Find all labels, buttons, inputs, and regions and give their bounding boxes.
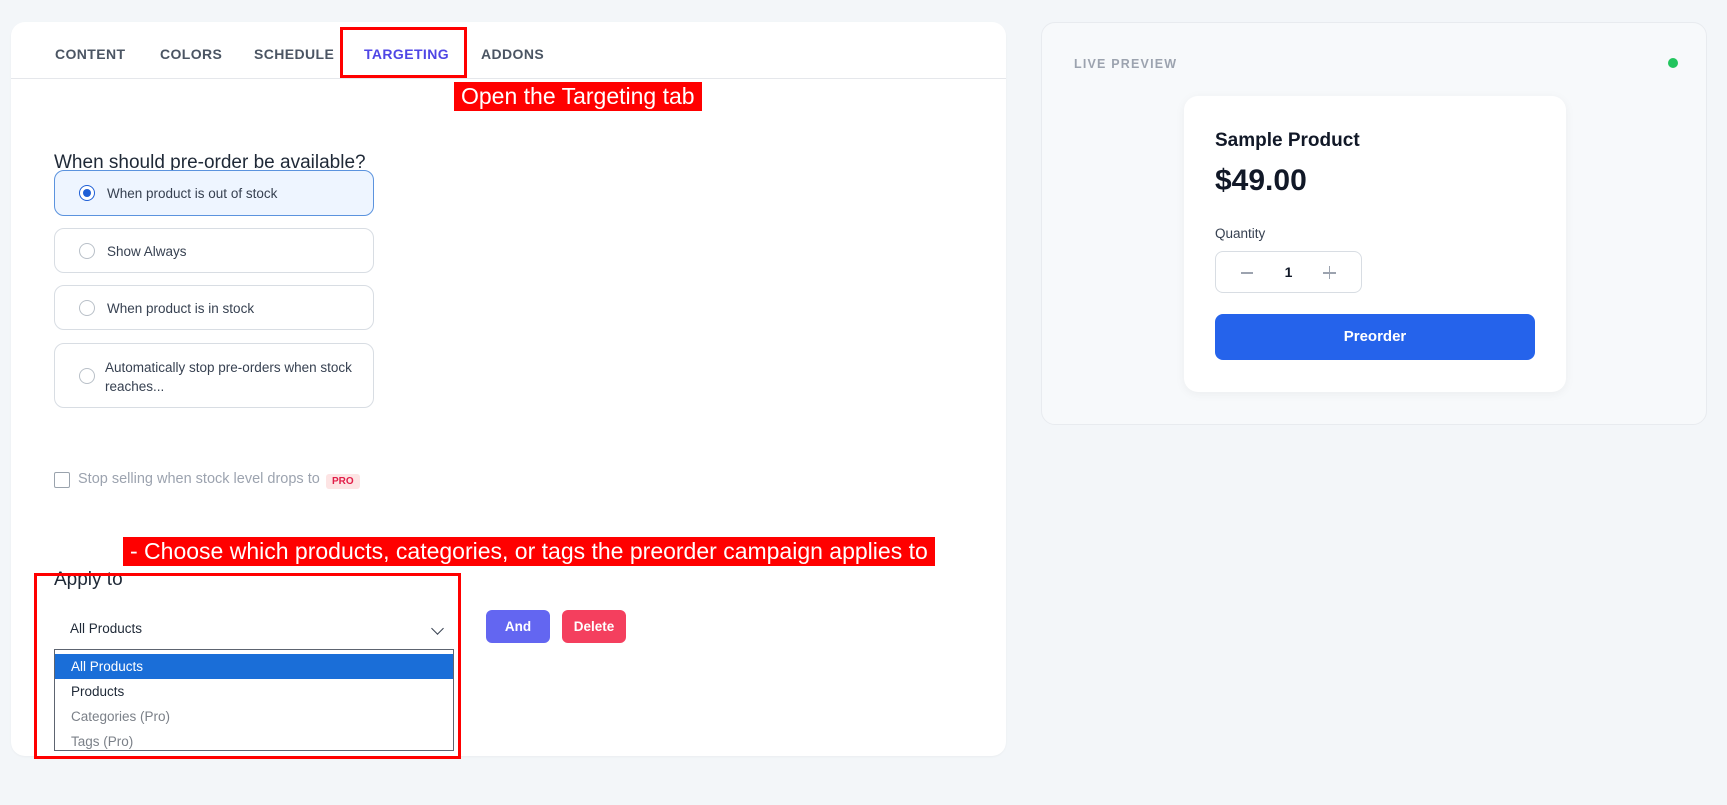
option-label: Show Always <box>107 244 187 259</box>
plus-icon-vertical[interactable] <box>1328 266 1330 279</box>
pro-badge: PRO <box>326 474 360 489</box>
preorder-button[interactable]: Preorder <box>1215 314 1535 360</box>
option-auto-stop[interactable]: Automatically stop pre-orders when stock… <box>54 343 374 408</box>
tab-content[interactable]: CONTENT <box>55 46 125 62</box>
product-name: Sample Product <box>1215 130 1360 151</box>
radio-selected-icon[interactable] <box>79 185 95 201</box>
quantity-value[interactable]: 1 <box>1216 264 1361 280</box>
tab-schedule[interactable]: SCHEDULE <box>254 46 334 62</box>
radio-icon[interactable] <box>79 242 95 259</box>
quantity-label: Quantity <box>1215 226 1266 241</box>
live-status-dot <box>1668 58 1678 68</box>
option-label: When product is out of stock <box>107 186 278 201</box>
option-label: When product is in stock <box>107 301 255 316</box>
targeting-tab-highlight <box>340 27 467 78</box>
radio-icon[interactable] <box>79 299 95 316</box>
and-button[interactable]: And <box>486 610 550 643</box>
tab-colors[interactable]: COLORS <box>160 46 222 62</box>
quantity-stepper: 1 <box>1215 251 1362 293</box>
live-preview-title: LIVE PREVIEW <box>1074 57 1178 71</box>
tab-addons[interactable]: ADDONS <box>481 46 544 62</box>
targeting-tab-annotation: Open the Targeting tab <box>454 82 702 111</box>
live-preview-panel: LIVE PREVIEW Sample Product $49.00 Quant… <box>1041 22 1707 425</box>
option-label-line2: reaches... <box>105 379 165 394</box>
option-show-always[interactable]: Show Always <box>54 228 374 273</box>
option-out-of-stock[interactable]: When product is out of stock <box>54 170 374 216</box>
delete-button[interactable]: Delete <box>562 610 626 643</box>
radio-icon[interactable] <box>79 367 95 384</box>
tab-bar: CONTENT COLORS SCHEDULE TARGETING ADDONS <box>11 22 1006 79</box>
apply-to-highlight <box>34 573 461 759</box>
stop-selling-label: Stop selling when stock level drops to <box>78 471 320 487</box>
option-label-line1: Automatically stop pre-orders when stock <box>105 360 352 375</box>
stop-selling-checkbox[interactable] <box>54 472 70 488</box>
product-preview-card: Sample Product $49.00 Quantity 1 Preorde… <box>1184 96 1566 392</box>
apply-to-annotation: - Choose which products, categories, or … <box>123 537 935 566</box>
option-in-stock[interactable]: When product is in stock <box>54 285 374 330</box>
option-label: Automatically stop pre-orders when stock… <box>105 358 352 396</box>
product-price: $49.00 <box>1215 164 1307 197</box>
